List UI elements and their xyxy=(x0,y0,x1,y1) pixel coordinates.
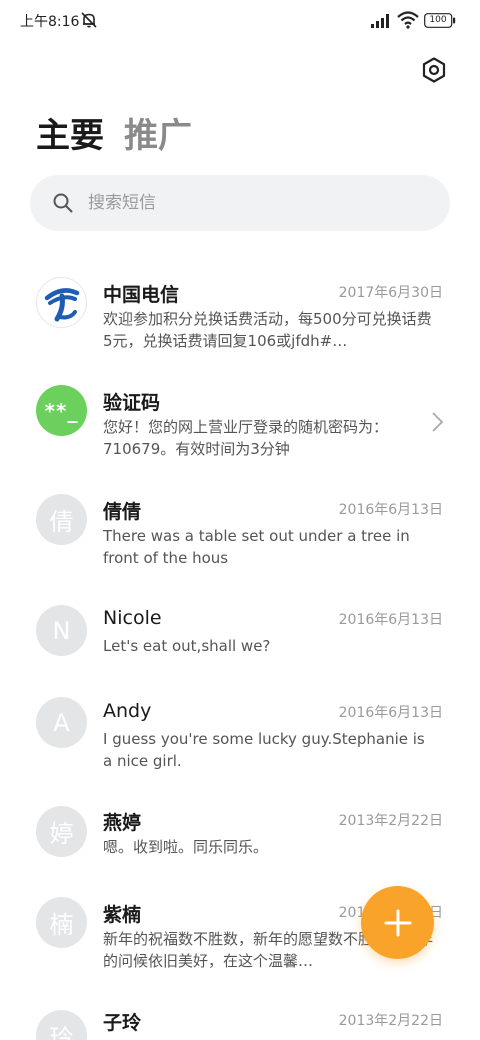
message-date: 2017年6月30日 xyxy=(338,285,443,301)
contact-name: 燕婷 xyxy=(103,812,142,834)
status-time: 上午8:16 xyxy=(20,14,80,30)
signal-icon xyxy=(371,14,389,28)
search-bar[interactable] xyxy=(30,175,450,231)
conversation-item[interactable]: **_ 验证码 您好！您的网上营业厅登录的随机密码为：710679。有效时间为3… xyxy=(0,385,480,458)
settings-icon xyxy=(422,57,446,83)
avatar: N xyxy=(36,605,87,656)
avatar: 楠 xyxy=(36,897,87,948)
avatar: **_ xyxy=(36,385,87,436)
avatar-text: 婷 xyxy=(49,820,74,848)
conversation-item[interactable]: 倩 倩倩 2016年6月13日 There was a table set ou… xyxy=(0,494,480,567)
contact-name: 验证码 xyxy=(103,392,161,414)
contact-name: Nicole xyxy=(103,607,162,629)
battery-level: 100 xyxy=(429,15,447,25)
avatar: A xyxy=(36,697,87,748)
message-preview: 嗯。收到啦。同乐同乐。 xyxy=(103,838,269,856)
avatar-text: **_ xyxy=(44,398,79,423)
china-telecom-logo-avatar xyxy=(36,277,87,328)
search-icon xyxy=(53,193,73,213)
settings-button[interactable] xyxy=(418,54,450,86)
status-bar: 上午8:16 100 xyxy=(0,0,480,44)
message-preview: There was a table set out under a tree i… xyxy=(103,527,410,567)
message-date: 2016年6月13日 xyxy=(338,612,443,628)
conversation-item[interactable]: N Nicole 2016年6月13日 Let's eat out,shall … xyxy=(0,605,480,657)
contact-name: 紫楠 xyxy=(103,904,142,926)
message-date: 2016年6月13日 xyxy=(338,502,443,518)
search-input[interactable] xyxy=(88,193,408,213)
new-message-button[interactable] xyxy=(361,886,434,959)
plus-icon xyxy=(384,909,411,936)
muted-bell-icon xyxy=(81,12,97,28)
avatar-text: 玲 xyxy=(49,1024,74,1040)
tab-bar: 主要 推广 xyxy=(36,112,212,160)
avatar: 玲 xyxy=(36,1010,87,1040)
chevron-right-icon[interactable] xyxy=(430,411,444,433)
message-preview: 欢迎参加积分兑换话费活动，每500分可兑换话费5元，兑换话费请回复106或jfd… xyxy=(103,310,432,350)
message-preview: Let's eat out,shall we? xyxy=(103,637,271,655)
avatar: 倩 xyxy=(36,494,87,545)
contact-name: Andy xyxy=(103,700,152,722)
message-date: 2013年2月22日 xyxy=(338,813,443,829)
avatar-text: 楠 xyxy=(49,911,74,939)
avatar: 婷 xyxy=(36,806,87,857)
china-telecom-logo-icon xyxy=(44,287,79,321)
wifi-icon xyxy=(397,11,419,29)
contact-name: 子玲 xyxy=(103,1012,142,1034)
avatar-text: A xyxy=(53,708,70,737)
conversation-item[interactable]: A Andy 2016年6月13日 I guess you're some lu… xyxy=(0,697,480,770)
message-preview: 您好！您的网上营业厅登录的随机密码为：710679。有效时间为3分钟 xyxy=(103,418,389,458)
message-date: 2013年2月22日 xyxy=(338,1013,443,1029)
conversation-item[interactable]: 婷 燕婷 2013年2月22日 嗯。收到啦。同乐同乐。 xyxy=(0,806,480,858)
avatar-text: 倩 xyxy=(49,508,74,536)
message-preview: I guess you're some lucky guy.Stephanie … xyxy=(103,730,425,770)
contact-name: 倩倩 xyxy=(103,501,142,523)
conversation-item[interactable]: 玲 子玲 2013年2月22日 xyxy=(0,1008,480,1040)
avatar-text: N xyxy=(52,616,71,645)
tab-main[interactable]: 主要 xyxy=(36,112,104,160)
conversation-item[interactable]: 中国电信 2017年6月30日 欢迎参加积分兑换话费活动，每500分可兑换话费5… xyxy=(0,277,480,350)
message-date: 2016年6月13日 xyxy=(338,705,443,721)
tab-promotions[interactable]: 推广 xyxy=(124,112,192,160)
contact-name: 中国电信 xyxy=(103,284,180,306)
